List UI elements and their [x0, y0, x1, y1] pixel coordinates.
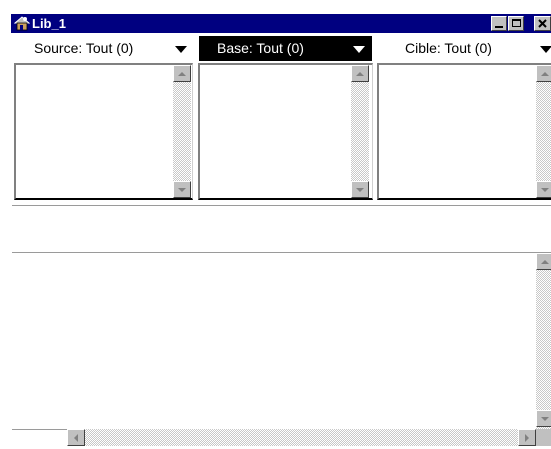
- scroll-down-button[interactable]: [351, 181, 369, 198]
- size-grip[interactable]: [536, 429, 551, 446]
- arrow-down-icon: [178, 188, 186, 192]
- app-window-icon[interactable]: [13, 15, 31, 31]
- tab-area: [12, 429, 67, 446]
- scroll-down-button[interactable]: [536, 410, 551, 427]
- maximize-icon: [512, 19, 521, 27]
- source-list-scrollbar[interactable]: [173, 65, 191, 198]
- window-title: Lib_1: [32, 16, 66, 31]
- source-filter-dropdown[interactable]: Source: Tout (0): [16, 36, 195, 61]
- title-bar[interactable]: [11, 14, 551, 33]
- status-field[interactable]: [12, 206, 551, 252]
- minimize-button[interactable]: [491, 16, 507, 31]
- scroll-up-button[interactable]: [351, 65, 369, 82]
- arrow-up-icon: [541, 72, 549, 76]
- arrow-down-icon: [356, 188, 364, 192]
- main-vertical-scrollbar[interactable]: [536, 253, 551, 429]
- main-content-area[interactable]: [12, 253, 536, 428]
- arrow-down-icon: [541, 417, 549, 421]
- maximize-button[interactable]: [508, 16, 524, 31]
- arrow-up-icon: [541, 260, 549, 264]
- chevron-down-icon: [353, 46, 365, 53]
- scroll-down-button[interactable]: [536, 181, 551, 198]
- cible-list-scrollbar[interactable]: [536, 65, 551, 198]
- cible-filter-label: Cible: Tout (0): [405, 40, 492, 56]
- arrow-up-icon: [356, 72, 364, 76]
- base-list-scrollbar[interactable]: [351, 65, 369, 198]
- arrow-left-icon: [74, 434, 78, 442]
- scroll-up-button[interactable]: [536, 65, 551, 82]
- cible-list[interactable]: [377, 63, 551, 200]
- chevron-down-icon: [175, 46, 187, 53]
- scroll-down-button[interactable]: [173, 181, 191, 198]
- minimize-icon: [495, 26, 503, 28]
- base-filter-label: Base: Tout (0): [217, 40, 304, 56]
- scroll-up-button[interactable]: [536, 253, 551, 270]
- main-horizontal-scrollbar[interactable]: [67, 429, 536, 446]
- chevron-down-icon: [540, 46, 551, 53]
- close-icon: [538, 19, 547, 28]
- arrow-up-icon: [178, 72, 186, 76]
- source-list[interactable]: [14, 63, 193, 200]
- base-filter-dropdown[interactable]: Base: Tout (0): [199, 36, 372, 61]
- scroll-right-button[interactable]: [518, 429, 536, 446]
- base-list[interactable]: [198, 63, 373, 200]
- close-button[interactable]: [534, 16, 551, 31]
- arrow-down-icon: [541, 188, 549, 192]
- source-filter-label: Source: Tout (0): [34, 40, 134, 56]
- cible-filter-dropdown[interactable]: Cible: Tout (0): [387, 36, 551, 61]
- scroll-up-button[interactable]: [173, 65, 191, 82]
- scroll-left-button[interactable]: [67, 429, 85, 446]
- arrow-right-icon: [525, 434, 529, 442]
